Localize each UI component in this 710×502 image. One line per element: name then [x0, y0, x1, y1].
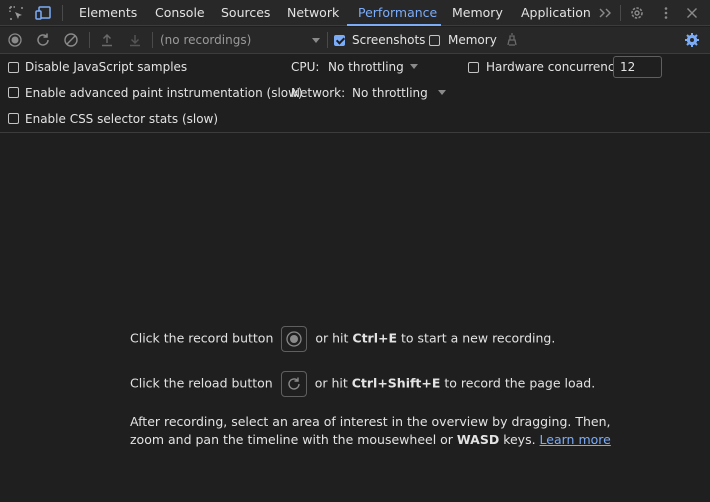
capture-settings-pane: Disable JavaScript samples CPU: No throt… — [0, 54, 710, 133]
record-instruction: Click the record button or hit Ctrl+E to… — [130, 326, 555, 352]
recording-select[interactable]: (no recordings) — [160, 31, 320, 50]
record-instruction-text: Click the record button — [130, 330, 274, 346]
gear-icon[interactable] — [629, 5, 645, 21]
capture-settings-gear-icon[interactable] — [684, 32, 700, 48]
wasd-keys: WASD — [456, 432, 500, 447]
divider — [62, 5, 63, 21]
screenshots-label: Screenshots — [352, 33, 426, 47]
after-recording-keys-suffix: keys. — [503, 432, 536, 447]
upload-icon[interactable] — [99, 32, 115, 48]
after-recording-text: zoom and pan the timeline with the mouse… — [130, 432, 453, 447]
advanced-paint-checkbox[interactable] — [8, 87, 19, 98]
chevron-down-icon — [410, 64, 418, 69]
record-instruction-suffix: to start a new recording. — [401, 330, 556, 346]
chevron-down-icon — [312, 38, 320, 43]
divider — [327, 32, 328, 48]
css-selector-stats-checkbox[interactable] — [8, 113, 19, 124]
reload-instruction: Click the reload button or hit Ctrl+Shif… — [130, 371, 595, 397]
after-recording-line-1: After recording, select an area of inter… — [130, 414, 611, 429]
tab-console[interactable]: Console — [155, 0, 205, 25]
garbage-collect-icon[interactable] — [504, 32, 520, 48]
active-tab-indicator — [347, 24, 441, 26]
hardware-concurrency-input[interactable] — [613, 56, 662, 78]
tab-performance[interactable]: Performance — [358, 0, 437, 25]
advanced-paint-label: Enable advanced paint instrumentation (s… — [25, 86, 303, 100]
tab-sources[interactable]: Sources — [221, 0, 270, 25]
tab-memory[interactable]: Memory — [452, 0, 503, 25]
record-shortcut: Ctrl+E — [352, 330, 398, 346]
memory-checkbox[interactable] — [429, 35, 440, 46]
device-toolbar-icon[interactable] — [35, 5, 51, 21]
devtools-tab-bar: Elements Console Sources Network Perform… — [0, 0, 710, 26]
tab-network[interactable]: Network — [287, 0, 339, 25]
performance-landing: Click the record button or hit Ctrl+E to… — [0, 133, 710, 502]
record-button[interactable] — [281, 326, 308, 352]
divider — [89, 32, 90, 48]
reload-icon — [288, 377, 300, 390]
tab-elements[interactable]: Elements — [79, 0, 137, 25]
reload-button[interactable] — [280, 371, 307, 397]
reload-record-icon[interactable] — [35, 32, 51, 48]
network-throttling-select[interactable]: No throttling — [352, 86, 428, 100]
network-label: Network: — [291, 86, 346, 100]
chevron-double-right-icon[interactable] — [597, 5, 613, 21]
record-icon — [286, 331, 303, 347]
chevron-down-icon — [438, 90, 446, 95]
recording-select-value: (no recordings) — [160, 33, 252, 47]
clear-icon[interactable] — [63, 32, 79, 48]
divider — [620, 5, 621, 21]
reload-shortcut: Ctrl+Shift+E — [351, 375, 441, 391]
record-instruction-or: or hit — [315, 330, 349, 346]
reload-instruction-or: or hit — [314, 375, 348, 391]
disable-js-samples-checkbox[interactable] — [8, 62, 19, 73]
download-icon[interactable] — [127, 32, 143, 48]
screenshots-checkbox[interactable] — [334, 35, 345, 46]
kebab-menu-icon[interactable] — [658, 5, 674, 21]
record-icon[interactable] — [7, 32, 23, 48]
memory-label: Memory — [448, 33, 497, 47]
cpu-label: CPU: — [291, 60, 320, 74]
reload-instruction-text: Click the reload button — [130, 375, 273, 391]
tab-application[interactable]: Application — [521, 0, 591, 25]
hardware-concurrency-checkbox[interactable] — [468, 62, 479, 73]
learn-more-link[interactable]: Learn more — [540, 432, 611, 447]
reload-instruction-suffix: to record the page load. — [444, 375, 596, 391]
element-picker-icon[interactable] — [8, 5, 24, 21]
close-icon[interactable] — [684, 5, 700, 21]
disable-js-samples-label: Disable JavaScript samples — [25, 60, 188, 74]
performance-toolbar: (no recordings) Screenshots Memory — [0, 27, 710, 54]
divider — [152, 32, 153, 48]
hardware-concurrency-label: Hardware concurrency — [486, 60, 622, 74]
css-selector-stats-label: Enable CSS selector stats (slow) — [25, 112, 219, 126]
cpu-throttling-select[interactable]: No throttling — [328, 60, 404, 74]
after-recording-line-2: zoom and pan the timeline with the mouse… — [130, 432, 611, 447]
